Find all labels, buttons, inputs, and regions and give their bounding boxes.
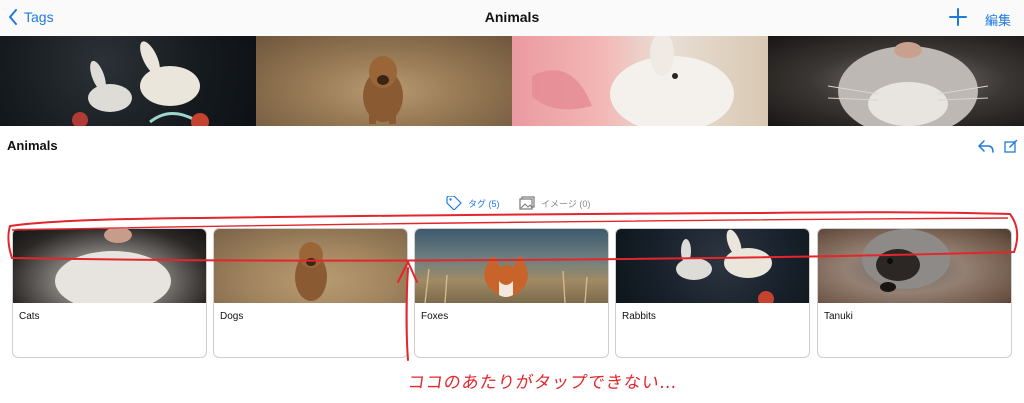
banner-image-strip: [0, 36, 1024, 126]
tag-card-tanuki[interactable]: Tanuki: [817, 228, 1012, 358]
reply-icon[interactable]: [978, 139, 994, 153]
card-label: Dogs: [220, 311, 244, 322]
card-thumbnail: [818, 229, 1011, 303]
tag-card-foxes[interactable]: Foxes: [414, 228, 609, 358]
annotation-note: ココのあたりがタップできない…: [406, 373, 680, 393]
navigation-bar: Tags Animals 編集: [0, 0, 1024, 36]
card-label: Cats: [19, 311, 40, 322]
banner-image-rabbit-cookies: [0, 36, 256, 126]
tag-card-rabbits[interactable]: Rabbits: [615, 228, 810, 358]
tab-images[interactable]: イメージ (0): [519, 196, 590, 210]
tab-tags-label: タグ (5): [468, 198, 500, 209]
section-title: Animals: [7, 138, 58, 153]
card-thumbnail: [616, 229, 809, 303]
banner-image-cat: [768, 36, 1024, 126]
photos-icon: [519, 196, 535, 210]
card-thumbnail: [214, 229, 407, 303]
card-thumbnail: [13, 229, 206, 303]
card-label: Rabbits: [622, 311, 656, 322]
card-thumbnail: [415, 229, 608, 303]
banner-image-dog: [256, 36, 512, 126]
plus-icon[interactable]: [948, 6, 968, 28]
banner-image-bunny: [512, 36, 768, 126]
edit-button[interactable]: 編集: [985, 10, 1011, 29]
tag-icon: [446, 196, 462, 210]
card-label: Foxes: [421, 311, 449, 322]
tab-images-label: イメージ (0): [541, 198, 591, 209]
tag-card-list: Cats Dogs Foxes Rabbits Tanuki: [12, 228, 1012, 358]
compose-icon[interactable]: [1004, 139, 1018, 153]
card-label: Tanuki: [824, 311, 853, 322]
tag-card-cats[interactable]: Cats: [12, 228, 207, 358]
tag-card-dogs[interactable]: Dogs: [213, 228, 408, 358]
tab-tags[interactable]: タグ (5): [446, 196, 500, 210]
page-title: Animals: [484, 9, 540, 25]
